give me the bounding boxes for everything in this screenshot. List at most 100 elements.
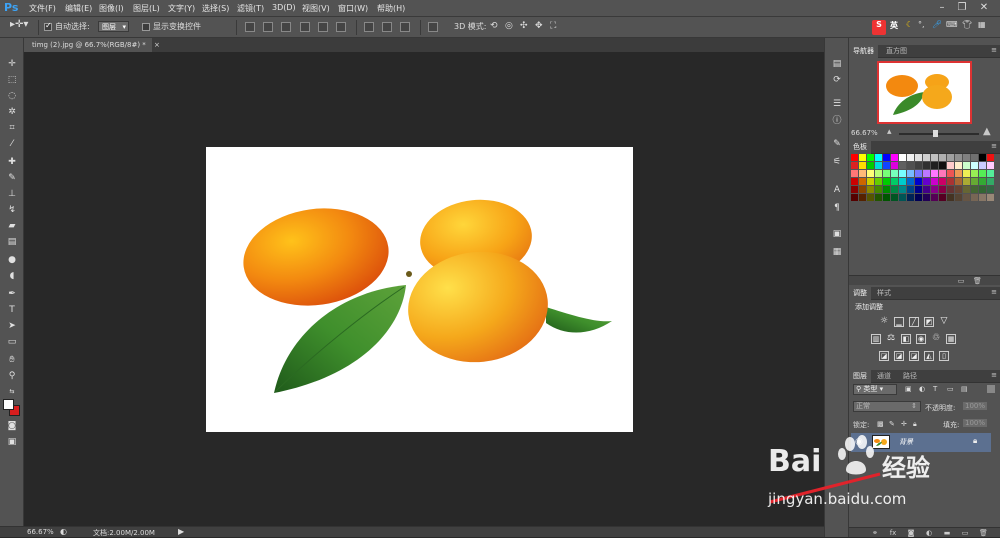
swatch[interactable] bbox=[883, 162, 890, 169]
ime-language[interactable]: 英 bbox=[890, 20, 898, 35]
swatch[interactable] bbox=[859, 162, 866, 169]
layer-mask-icon[interactable]: ◙ bbox=[907, 529, 915, 537]
swatch[interactable] bbox=[947, 162, 954, 169]
swatch[interactable] bbox=[939, 154, 946, 161]
tab-paths[interactable]: 路径 bbox=[899, 370, 921, 383]
new-swatch-icon[interactable]: ▭ bbox=[957, 277, 965, 285]
filter-type-icon[interactable]: T bbox=[933, 385, 937, 393]
swatch[interactable] bbox=[851, 170, 858, 177]
swatch[interactable] bbox=[963, 162, 970, 169]
swatch[interactable] bbox=[859, 186, 866, 193]
swatch[interactable] bbox=[955, 154, 962, 161]
zoom-tool-icon[interactable]: ⚲ bbox=[6, 370, 18, 382]
swatch[interactable] bbox=[947, 154, 954, 161]
invert-icon[interactable]: ◪ bbox=[879, 351, 889, 361]
swatch[interactable] bbox=[867, 154, 874, 161]
menu-layer[interactable]: 图层(L) bbox=[133, 3, 160, 14]
filter-adjust-icon[interactable]: ◐ bbox=[919, 385, 925, 393]
swatch[interactable] bbox=[987, 194, 994, 201]
character-panel-icon[interactable]: A bbox=[831, 184, 843, 196]
swatch[interactable] bbox=[947, 178, 954, 185]
healing-brush-tool-icon[interactable]: ✚ bbox=[6, 156, 18, 168]
tab-channels[interactable]: 通道 bbox=[873, 370, 895, 383]
tab-navigator[interactable]: 导航器 bbox=[849, 45, 878, 58]
gradient-map-icon[interactable]: ◭ bbox=[924, 351, 934, 361]
tab-swatches[interactable]: 色板 bbox=[849, 141, 871, 154]
swatch[interactable] bbox=[971, 154, 978, 161]
swatch[interactable] bbox=[987, 154, 994, 161]
swatch[interactable] bbox=[987, 186, 994, 193]
swatch[interactable] bbox=[923, 194, 930, 201]
panel-menu-icon[interactable]: ≡ bbox=[991, 142, 997, 150]
distribute-vcenter-icon[interactable] bbox=[382, 22, 392, 32]
swatch[interactable] bbox=[955, 186, 962, 193]
swatch[interactable] bbox=[915, 162, 922, 169]
swatch[interactable] bbox=[931, 186, 938, 193]
show-transform-option[interactable]: 显示变换控件 bbox=[142, 21, 201, 32]
document-tab-close-icon[interactable]: × bbox=[154, 41, 160, 49]
3d-roll-icon[interactable]: ◎ bbox=[505, 21, 513, 31]
swatch[interactable] bbox=[931, 194, 938, 201]
delete-swatch-icon[interactable]: 🗑︎ bbox=[973, 277, 982, 285]
swatch[interactable] bbox=[947, 186, 954, 193]
swatch[interactable] bbox=[867, 162, 874, 169]
align-right-icon[interactable] bbox=[336, 22, 346, 32]
swatch[interactable] bbox=[955, 194, 962, 201]
swatch[interactable] bbox=[947, 194, 954, 201]
brush-presets-icon[interactable]: ⚟ bbox=[831, 156, 843, 168]
navigator-preview[interactable] bbox=[877, 61, 972, 124]
document-canvas[interactable] bbox=[206, 147, 633, 432]
swatch[interactable] bbox=[915, 170, 922, 177]
swatch[interactable] bbox=[939, 170, 946, 177]
blur-tool-icon[interactable]: ● bbox=[6, 254, 18, 266]
swatch[interactable] bbox=[971, 186, 978, 193]
swatch[interactable] bbox=[955, 178, 962, 185]
swatch[interactable] bbox=[891, 170, 898, 177]
new-layer-icon[interactable]: ▭ bbox=[961, 529, 969, 537]
brush-tool-icon[interactable]: ✎ bbox=[6, 172, 18, 184]
threshold-icon[interactable]: ◪ bbox=[909, 351, 919, 361]
filter-pixel-icon[interactable]: ▣ bbox=[905, 385, 912, 393]
swatch[interactable] bbox=[971, 162, 978, 169]
fill-value[interactable]: 100% bbox=[963, 419, 988, 427]
lock-position-icon[interactable]: ✛ bbox=[901, 420, 907, 428]
swatch[interactable] bbox=[923, 162, 930, 169]
swatch[interactable] bbox=[851, 178, 858, 185]
curves-icon[interactable]: ╱ bbox=[909, 317, 919, 327]
swatch-grid[interactable] bbox=[849, 154, 1000, 214]
move-tool-icon[interactable]: ✛ bbox=[6, 58, 18, 70]
history-brush-tool-icon[interactable]: ↯ bbox=[6, 204, 18, 216]
swatch[interactable] bbox=[979, 170, 986, 177]
swatch[interactable] bbox=[875, 170, 882, 177]
swatch[interactable] bbox=[875, 178, 882, 185]
vibrance-icon[interactable]: ▽ bbox=[939, 317, 949, 327]
hue-sat-icon[interactable]: ▥ bbox=[871, 334, 881, 344]
align-top-icon[interactable] bbox=[245, 22, 255, 32]
status-zoom[interactable]: 66.67% bbox=[27, 528, 54, 536]
swatch[interactable] bbox=[891, 162, 898, 169]
eyedropper-tool-icon[interactable]: ⁄ bbox=[6, 138, 18, 150]
swatch[interactable] bbox=[963, 178, 970, 185]
actions-panel-icon[interactable]: ⟳ bbox=[831, 74, 843, 86]
lock-all-icon[interactable]: 🔒︎ bbox=[913, 420, 917, 429]
swatch[interactable] bbox=[915, 154, 922, 161]
move-tool-preset-icon[interactable]: ▸✛▾ bbox=[10, 19, 28, 30]
foreground-color-swatch[interactable] bbox=[3, 399, 14, 410]
align-vcenter-icon[interactable] bbox=[263, 22, 273, 32]
eraser-tool-icon[interactable]: ▰ bbox=[6, 220, 18, 232]
3d-drag-icon[interactable]: ✣ bbox=[520, 21, 528, 31]
levels-icon[interactable]: ▁ bbox=[894, 317, 904, 327]
status-arrow-icon[interactable]: ▶ bbox=[178, 527, 184, 536]
swatch[interactable] bbox=[851, 154, 858, 161]
shape-tool-icon[interactable]: ▭ bbox=[6, 336, 18, 348]
swatch[interactable] bbox=[851, 194, 858, 201]
photo-filter-icon[interactable]: ◉ bbox=[916, 334, 926, 344]
restore-icon[interactable]: ❐ bbox=[954, 1, 970, 14]
swatch[interactable] bbox=[939, 194, 946, 201]
selective-color-icon[interactable]: ▯ bbox=[939, 351, 949, 361]
adjustment-layer-icon[interactable]: ◐ bbox=[925, 529, 933, 537]
swatch[interactable] bbox=[883, 186, 890, 193]
filter-shape-icon[interactable]: ▭ bbox=[947, 385, 954, 393]
opacity-value[interactable]: 100% bbox=[963, 402, 988, 410]
marquee-tool-icon[interactable]: ⬚ bbox=[6, 74, 18, 86]
